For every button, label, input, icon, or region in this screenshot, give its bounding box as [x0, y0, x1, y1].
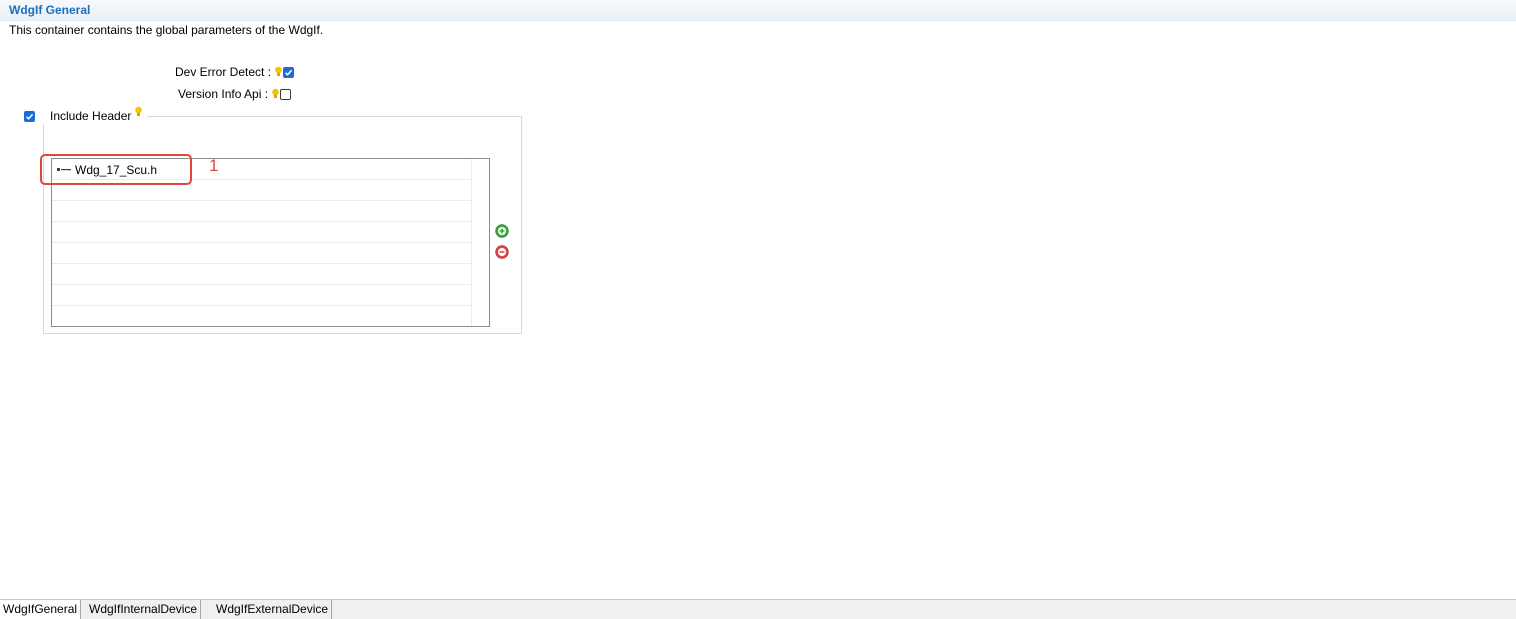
- lightbulb-icon: [135, 106, 143, 116]
- dev-error-detect-label: Dev Error Detect :: [175, 65, 272, 79]
- tab-wdgif-external-device[interactable]: WdgIfExternalDevice: [213, 600, 333, 619]
- table-row[interactable]: [52, 243, 471, 264]
- table-row[interactable]: [52, 285, 471, 306]
- section-title: WdgIf General: [9, 3, 91, 17]
- table-column-divider: [471, 159, 472, 326]
- include-header-group-header: Include Header: [24, 106, 148, 124]
- version-info-api-checkbox[interactable]: [280, 88, 292, 100]
- check-icon: [25, 113, 34, 120]
- tab-wdgif-general[interactable]: WdgIfGeneral: [0, 600, 82, 619]
- section-description: This container contains the global param…: [9, 23, 324, 37]
- annotation-highlight-box: [40, 154, 192, 185]
- lightbulb-icon: [272, 88, 279, 98]
- tab-wdgif-internal-device[interactable]: WdgIfInternalDevice: [86, 600, 202, 619]
- table-row[interactable]: [52, 306, 471, 327]
- dev-error-detect-row: Dev Error Detect :: [175, 64, 295, 80]
- version-info-api-label: Version Info Api :: [178, 87, 269, 101]
- remove-icon[interactable]: [495, 245, 509, 259]
- dev-error-detect-checkbox[interactable]: [283, 66, 295, 78]
- lightbulb-icon: [275, 66, 282, 76]
- add-icon[interactable]: [495, 224, 509, 238]
- section-header: WdgIf General: [0, 0, 1516, 21]
- bottom-tab-bar: WdgIfGeneral WdgIfInternalDevice WdgIfEx…: [0, 599, 1516, 619]
- include-header-label: Include Header: [50, 109, 132, 123]
- table-row[interactable]: [52, 264, 471, 285]
- annotation-number: 1: [209, 156, 219, 175]
- version-info-api-row: Version Info Api :: [178, 86, 292, 102]
- check-icon: [285, 69, 293, 76]
- table-row[interactable]: [52, 222, 471, 243]
- include-header-checkbox[interactable]: [24, 110, 35, 122]
- table-row[interactable]: [52, 201, 471, 222]
